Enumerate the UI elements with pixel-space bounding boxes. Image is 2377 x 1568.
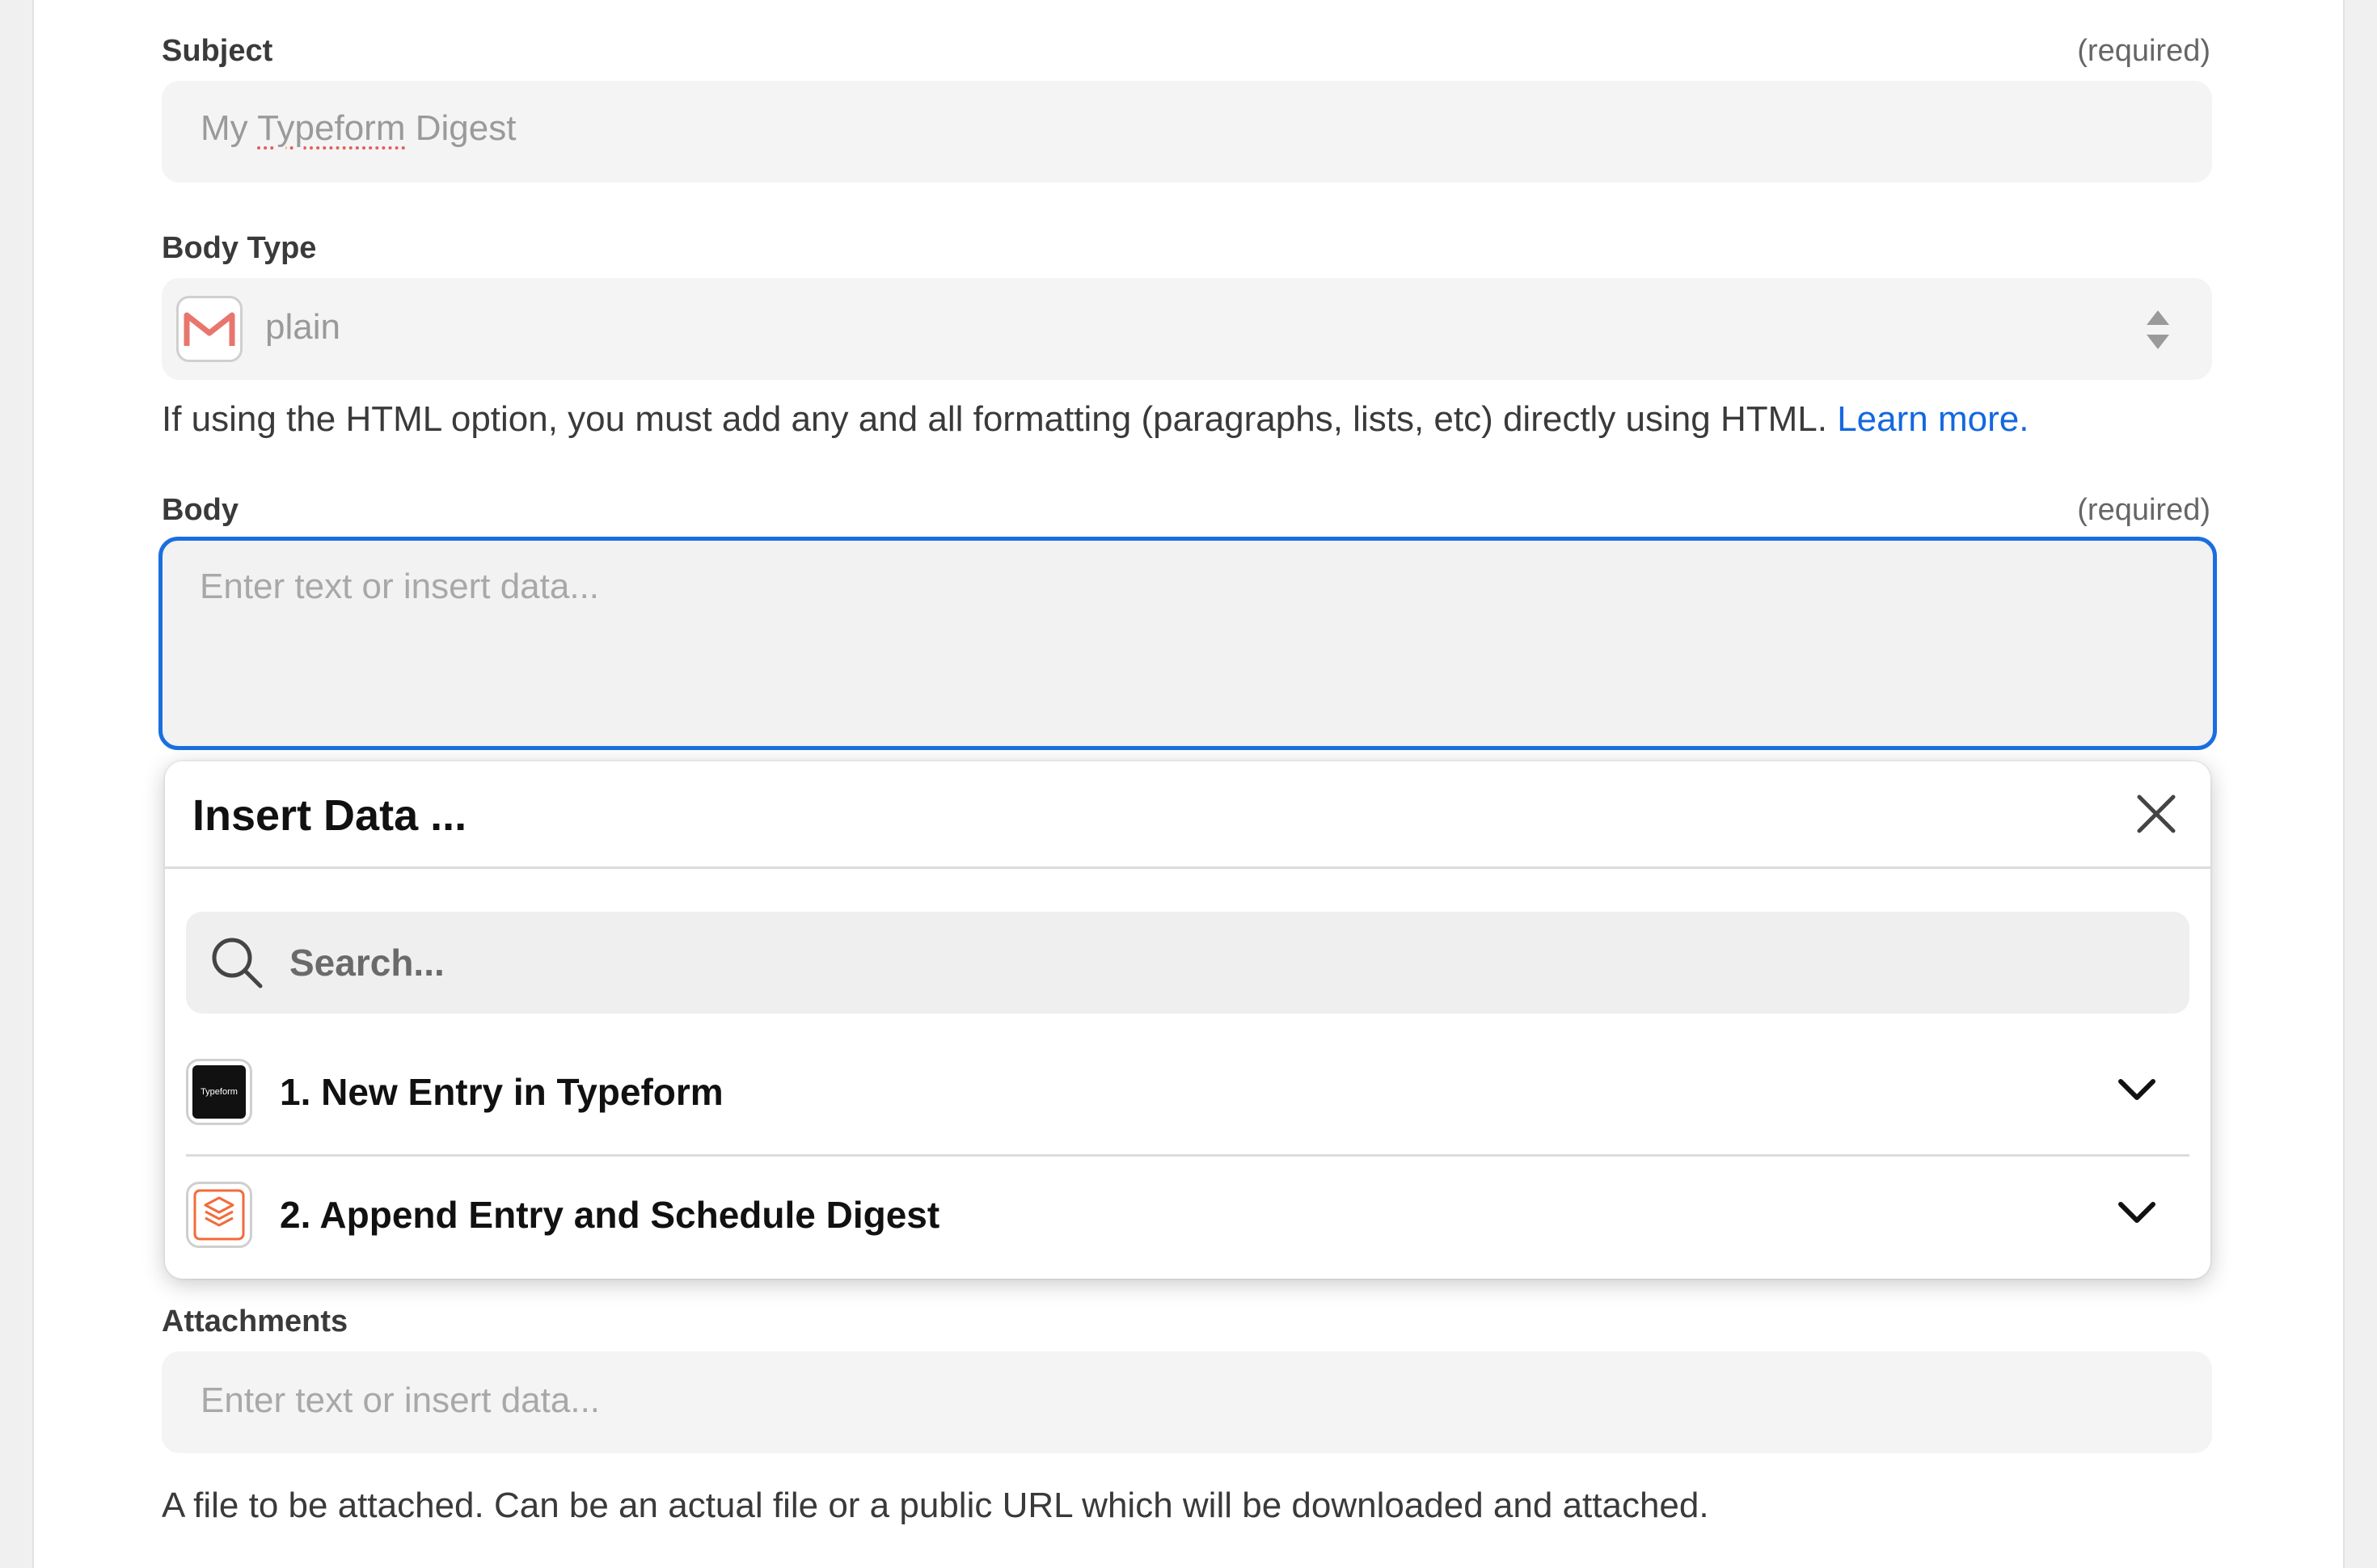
typeform-icon: Typeform [186, 1059, 252, 1125]
attachments-input[interactable]: Enter text or insert data... [162, 1351, 2212, 1453]
typeform-icon-label: Typeform [192, 1065, 246, 1119]
body-type-value: plain [265, 307, 340, 347]
body-type-help: If using the HTML option, you must add a… [162, 399, 2029, 439]
body-required-badge: (required) [2077, 493, 2210, 527]
chevron-down-icon [2117, 1077, 2157, 1108]
attachments-placeholder: Enter text or insert data... [201, 1380, 601, 1420]
attachments-label: Attachments [162, 1305, 348, 1338]
search-icon [210, 936, 264, 993]
insert-data-item-typeform[interactable]: Typeform 1. New Entry in Typeform [186, 1052, 2189, 1133]
insert-data-item-digest[interactable]: 2. Append Entry and Schedule Digest [186, 1175, 2189, 1256]
close-icon[interactable] [2136, 794, 2176, 834]
insert-data-item-label: 2. Append Entry and Schedule Digest [280, 1194, 940, 1236]
subject-required-badge: (required) [2077, 34, 2210, 68]
insert-data-popup: Insert Data ... Search... Typeform 1. Ne… [165, 761, 2210, 1279]
popup-header-divider [165, 866, 2210, 869]
insert-data-item-label: 1. New Entry in Typeform [280, 1071, 724, 1113]
digest-icon [186, 1182, 252, 1248]
body-type-label: Body Type [162, 231, 317, 265]
body-textarea[interactable]: Enter text or insert data... [158, 537, 2217, 750]
body-type-select[interactable]: plain [162, 278, 2212, 380]
subject-label: Subject [162, 34, 273, 68]
body-label: Body [162, 493, 239, 527]
subject-value: My Typeform Digest [201, 108, 517, 148]
chevron-down-icon [2117, 1199, 2157, 1231]
body-placeholder: Enter text or insert data... [200, 567, 600, 606]
insert-data-search[interactable]: Search... [186, 912, 2189, 1014]
item-divider [186, 1154, 2189, 1157]
attachments-help: A file to be attached. Can be an actual … [162, 1486, 1709, 1525]
learn-more-link[interactable]: Learn more. [1837, 399, 2029, 439]
form-panel: Subject (required) My Typeform Digest Bo… [32, 0, 2345, 1568]
subject-input[interactable]: My Typeform Digest [162, 81, 2212, 183]
search-placeholder: Search... [289, 942, 445, 984]
gmail-icon [176, 296, 243, 362]
insert-data-title: Insert Data ... [192, 791, 467, 840]
select-arrows-icon [2144, 307, 2172, 356]
